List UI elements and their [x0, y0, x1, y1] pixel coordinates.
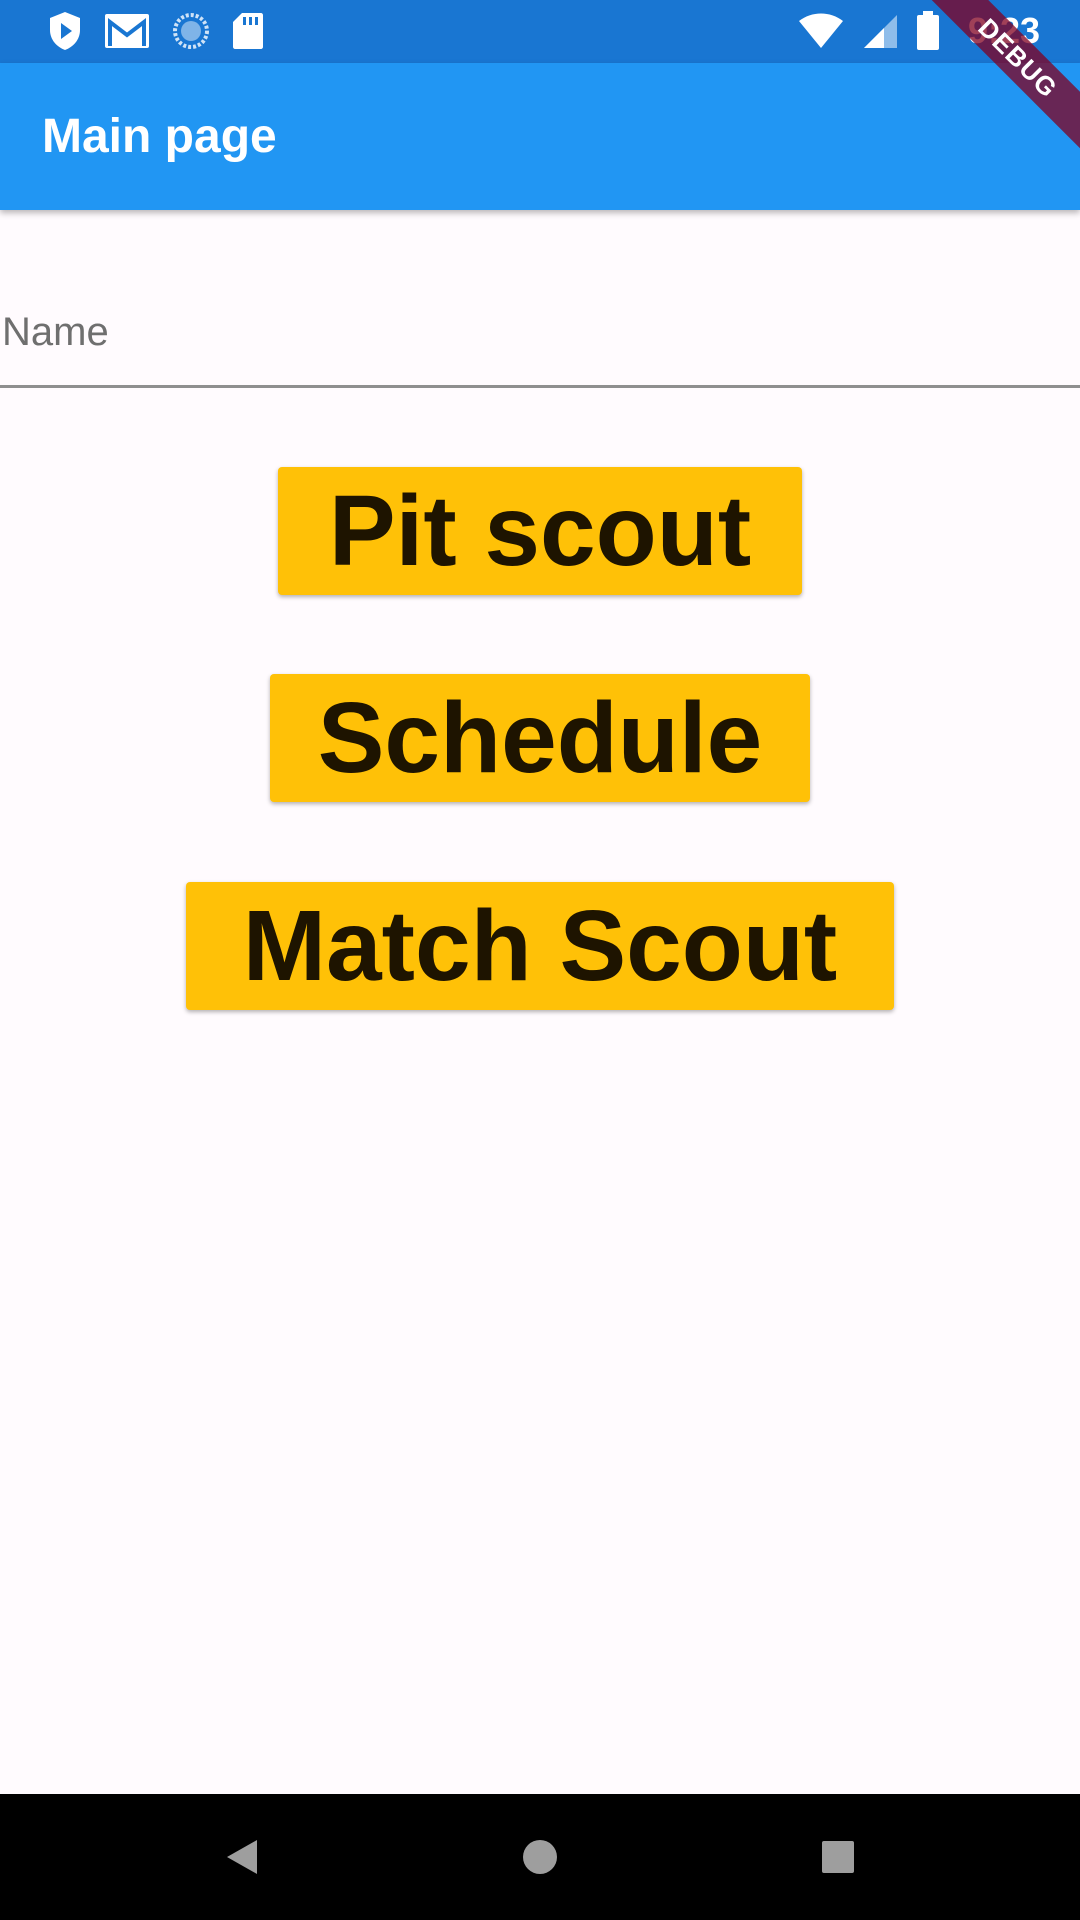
status-system-icons: 9:23	[798, 8, 1040, 54]
home-icon	[523, 1840, 557, 1874]
name-field	[0, 280, 1080, 390]
sd-card-icon	[233, 13, 263, 49]
status-time: 9:23	[967, 10, 1040, 51]
match-scout-button[interactable]: Match Scout	[186, 882, 894, 1010]
app-bar: Main page	[0, 63, 1080, 210]
wifi-icon	[798, 13, 843, 48]
nav-back-button[interactable]	[212, 1827, 272, 1887]
name-input[interactable]	[0, 280, 1080, 388]
schedule-button[interactable]: Schedule	[270, 674, 810, 802]
navigation-bar	[0, 1794, 1080, 1920]
pit-scout-button[interactable]: Pit scout	[278, 467, 802, 595]
page-title: Main page	[42, 110, 277, 163]
gmail-icon	[105, 14, 149, 48]
nav-home-button[interactable]	[510, 1827, 570, 1887]
sync-icon	[173, 13, 209, 49]
status-bar: 9:23	[0, 0, 1080, 63]
recents-icon	[822, 1841, 854, 1873]
status-notification-icons	[48, 8, 264, 54]
play-protect-icon	[50, 12, 80, 50]
nav-recents-button[interactable]	[808, 1827, 868, 1887]
battery-icon	[916, 11, 939, 50]
back-icon	[227, 1840, 257, 1874]
signal-icon	[863, 15, 897, 48]
